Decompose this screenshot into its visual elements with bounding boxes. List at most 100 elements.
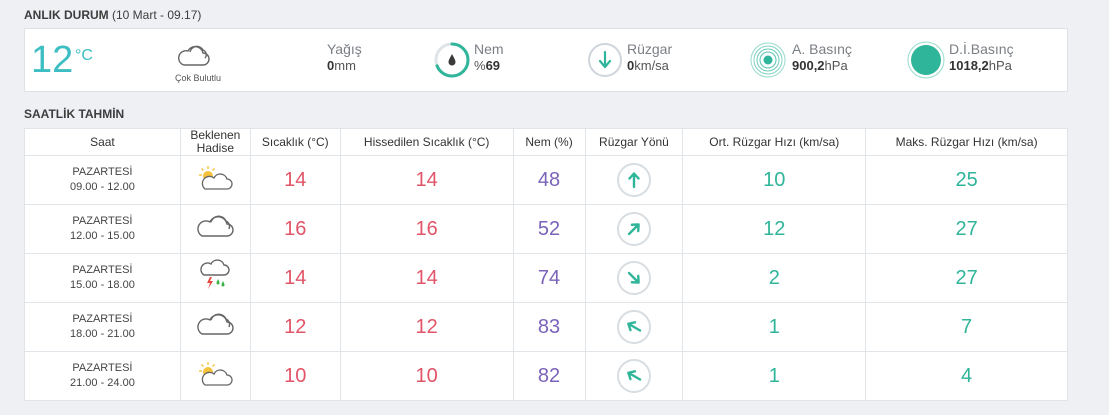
time-range: 18.00 - 21.00 — [70, 328, 135, 340]
wind-arrow-icon — [616, 212, 651, 246]
current-section-title: ANLIK DURUM (10 Mart - 09.17) — [24, 8, 201, 22]
wind-avg-cell: 1 — [682, 302, 867, 352]
pressure-label: A. Basınç — [792, 41, 852, 57]
table-row: PAZARTESİ 21.00 - 24.00 10 10 82 1 4 — [24, 351, 1068, 401]
hourly-section-title: SAATLİK TAHMİN — [24, 107, 125, 121]
humidity-cell: 74 — [512, 253, 586, 303]
wind-max-cell: 25 — [865, 155, 1068, 205]
weather-icon-cell — [179, 253, 251, 303]
current-title-text: ANLIK DURUM — [24, 8, 109, 22]
precip-label: Yağış — [327, 41, 362, 57]
current-timestamp: (10 Mart - 09.17) — [112, 8, 202, 22]
humidity-cell: 82 — [512, 351, 586, 401]
humidity-prefix: % — [474, 58, 486, 73]
wind-avg-cell: 12 — [682, 204, 867, 254]
humidity-label: Nem — [474, 41, 504, 57]
sea-pressure-label: D.İ.Basınç — [949, 41, 1014, 57]
pressure-value: 900,2 — [792, 58, 825, 73]
day-label: PAZARTESİ — [72, 362, 133, 374]
temperature-unit: °C — [75, 47, 93, 64]
wind-max-cell: 7 — [865, 302, 1068, 352]
sea-pressure-stat: D.İ.Basınç 1018,2hPa — [949, 41, 1014, 75]
sea-pressure-icon — [906, 40, 946, 85]
weather-icon-cell — [179, 204, 251, 254]
wind-arrow-icon — [616, 261, 651, 295]
wind-direction-cell — [584, 155, 684, 205]
thunderstorm-icon — [198, 258, 232, 297]
col-header-event: Beklenen Hadise — [179, 128, 251, 156]
col-header-wind-max: Maks. Rüzgar Hızı (km/sa) — [865, 128, 1068, 156]
day-label: PAZARTESİ — [72, 215, 133, 227]
time-cell: PAZARTESİ 15.00 - 18.00 — [24, 253, 181, 303]
pressure-unit: hPa — [824, 58, 848, 73]
wind-avg-cell: 10 — [682, 155, 867, 205]
feels-like-cell: 12 — [339, 302, 514, 352]
pressure-icon — [749, 41, 787, 84]
temperature-cell: 14 — [249, 253, 341, 303]
temperature-cell: 10 — [249, 351, 341, 401]
wind-direction-cell — [584, 253, 684, 303]
time-cell: PAZARTESİ 18.00 - 21.00 — [24, 302, 181, 352]
time-cell: PAZARTESİ 12.00 - 15.00 — [24, 204, 181, 254]
temperature-cell: 14 — [249, 155, 341, 205]
wind-avg-cell: 2 — [682, 253, 867, 303]
humidity-cell: 48 — [512, 155, 586, 205]
sea-pressure-unit: hPa — [988, 58, 1012, 73]
table-header-row: Saat Beklenen Hadise Sıcaklık (°C) Hissed… — [24, 128, 1068, 156]
temperature-cell: 12 — [249, 302, 341, 352]
humidity-gauge-icon — [433, 41, 471, 84]
cloud-icon — [194, 215, 236, 244]
partly-cloudy-icon — [195, 361, 235, 392]
hourly-forecast-table: Saat Beklenen Hadise Sıcaklık (°C) Hissed… — [24, 128, 1068, 401]
wind-max-cell: 27 — [865, 204, 1068, 254]
col-header-wind-dir: Rüzgar Yönü — [584, 128, 684, 156]
wind-arrow-icon — [616, 359, 651, 393]
feels-like-cell: 10 — [339, 351, 514, 401]
cloud-icon — [194, 313, 236, 342]
current-temperature: 12 — [31, 39, 74, 81]
wind-unit: km/sa — [634, 58, 669, 73]
temperature-cell: 16 — [249, 204, 341, 254]
precipitation-stat: Yağış 0mm — [327, 41, 362, 75]
cloud-icon — [175, 43, 211, 74]
wind-label: Rüzgar — [627, 41, 673, 57]
day-label: PAZARTESİ — [72, 313, 133, 325]
feels-like-cell: 14 — [339, 253, 514, 303]
col-header-feels: Hissedilen Sıcaklık (°C) — [339, 128, 514, 156]
col-header-humidity: Nem (%) — [512, 128, 586, 156]
wind-stat: Rüzgar 0km/sa — [627, 41, 672, 75]
current-conditions-panel: 12 °C Çok Bulutlu Yağış 0mm Nem %69 Rüzg… — [24, 28, 1068, 92]
time-range: 12.00 - 15.00 — [70, 230, 135, 242]
time-range: 09.00 - 12.00 — [70, 181, 135, 193]
wind-direction-cell — [584, 204, 684, 254]
wind-max-cell: 4 — [865, 351, 1068, 401]
feels-like-cell: 14 — [339, 155, 514, 205]
weather-icon-cell — [179, 302, 251, 352]
col-header-wind-avg: Ort. Rüzgar Hızı (km/sa) — [682, 128, 867, 156]
time-range: 15.00 - 18.00 — [70, 279, 135, 291]
sea-pressure-value: 1018,2 — [949, 58, 989, 73]
table-row: PAZARTESİ 09.00 - 12.00 14 14 48 10 25 — [24, 155, 1068, 205]
col-header-event-line2: Hadise — [196, 141, 235, 155]
weather-icon-cell — [179, 351, 251, 401]
wind-avg-cell: 1 — [682, 351, 867, 401]
pressure-stat: A. Basınç 900,2hPa — [792, 41, 852, 75]
col-header-time: Saat — [24, 128, 181, 156]
table-row: PAZARTESİ 12.00 - 15.00 16 16 52 12 27 — [24, 204, 1068, 254]
col-header-event-line1: Beklenen — [190, 128, 241, 142]
partly-cloudy-icon — [195, 165, 235, 196]
wind-direction-cell — [584, 351, 684, 401]
weather-icon-cell — [179, 155, 251, 205]
humidity-cell: 83 — [512, 302, 586, 352]
humidity-value: 69 — [485, 58, 501, 73]
day-label: PAZARTESİ — [72, 264, 133, 276]
wind-arrow-icon — [616, 163, 651, 197]
feels-like-cell: 16 — [339, 204, 514, 254]
condition-label: Çok Bulutlu — [175, 73, 222, 83]
table-row: PAZARTESİ 15.00 - 18.00 14 14 74 2 27 — [24, 253, 1068, 303]
humidity-cell: 52 — [512, 204, 586, 254]
time-cell: PAZARTESİ 09.00 - 12.00 — [24, 155, 181, 205]
wind-direction-icon — [586, 41, 624, 84]
precip-unit: mm — [334, 58, 356, 73]
col-header-temp: Sıcaklık (°C) — [249, 128, 341, 156]
